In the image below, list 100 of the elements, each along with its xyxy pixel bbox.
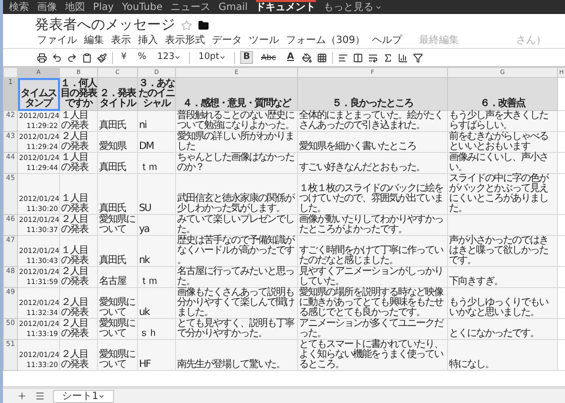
text-color-button[interactable]: A <box>284 51 297 64</box>
table-cell: ２人目の発表 <box>60 318 98 340</box>
align-left-icon[interactable] <box>338 52 348 62</box>
currency-button[interactable]: ¥ <box>118 51 130 64</box>
table-cell: ２人目の発表 <box>60 132 98 152</box>
menu-item[interactable]: ファイル <box>37 35 77 46</box>
fill-color-icon[interactable] <box>302 52 312 62</box>
menu-item[interactable]: 表示形式 <box>165 35 205 46</box>
table-cell: 名古屋 <box>98 266 138 288</box>
nav-link[interactable]: ドキュメント <box>256 0 316 14</box>
table-cell: ２人目の発表 <box>60 340 98 370</box>
table-cell: ｔｍ <box>138 266 176 288</box>
table-cell: 真田氏 <box>98 174 138 214</box>
chart-icon[interactable] <box>398 52 408 62</box>
last-edit-text: さん） <box>516 35 546 46</box>
sheet-list-icon[interactable] <box>35 391 45 401</box>
table-cell: とても見やすく、説明も丁寧で分かりやすかった。 <box>176 318 298 340</box>
print-icon[interactable] <box>37 52 47 62</box>
table-cell: 愛知県 <box>98 132 138 152</box>
undo-icon[interactable] <box>52 52 62 62</box>
table-cell: 名古屋に行ってみたいと思った。 <box>176 266 298 288</box>
filter-icon[interactable] <box>412 52 423 62</box>
nav-link[interactable]: 画像 <box>37 0 57 14</box>
redo-icon[interactable] <box>67 52 77 62</box>
table-cell: ２人目の発表 <box>60 266 98 288</box>
table-cell: スライドの中に字の色ががバックとかぶって見えにくいところがありました。 <box>448 174 558 214</box>
caret-icon <box>98 392 106 400</box>
nav-link[interactable]: YouTube <box>122 0 163 14</box>
table-cell: ２人目の発表 <box>60 288 98 318</box>
header-cell: ３．あなたのイニシャル <box>138 78 176 110</box>
table-cell: 画像みにくいし、声小さい。 <box>448 152 558 174</box>
table-cell: １人目の発表 <box>60 152 98 174</box>
caret-icon <box>219 54 226 61</box>
menu-item[interactable]: 挿入 <box>138 35 158 46</box>
table-cell: すごく時間をかけて丁寧に作っていたのだなと感じました。 <box>298 236 448 266</box>
sum-icon[interactable] <box>382 52 393 62</box>
clipboard-icon[interactable] <box>82 52 92 62</box>
table-cell: 全体的にまとまっていた。絵がたくさんあったので引き込まれた。 <box>298 110 448 132</box>
strikethrough-button[interactable]: Abc <box>258 51 280 64</box>
table-cell: 武田信玄と徳永家康の関係が少しわかった気がします。 <box>176 174 298 214</box>
menu-item[interactable]: ヘルプ <box>372 35 402 46</box>
table-cell: ２人目の発表 <box>60 214 98 236</box>
table-cell: 歴史は苦手なので予備知識がなくハードルが高かったです。 <box>176 236 298 266</box>
add-sheet-icon[interactable] <box>17 391 27 401</box>
menu-item[interactable]: データ <box>212 35 242 46</box>
table-cell: すごい好きなんだとおもった。 <box>298 152 448 174</box>
nav-link[interactable]: 地図 <box>65 0 85 14</box>
bold-button[interactable]: B <box>240 51 254 64</box>
merge-cells-icon[interactable] <box>352 52 363 62</box>
table-cell: nk <box>138 236 176 266</box>
table-cell: 愛知県について <box>98 288 138 318</box>
table-cell: とくになかったです。 <box>448 318 558 340</box>
table-cell: 下向きすぎ。 <box>448 266 558 288</box>
table-cell: １枚１枚のスライドのバックに絵をつけていたので、雰囲気が出ていました。 <box>298 174 448 214</box>
table-cell: HF <box>138 340 176 370</box>
nav-link[interactable]: ニュース <box>170 0 211 14</box>
table-cell: 愛知県について <box>98 340 138 370</box>
caret-icon <box>374 4 382 10</box>
nav-link[interactable]: 検索 <box>9 0 29 14</box>
table-cell: SU <box>138 174 176 214</box>
table-cell: もう少し声を大きくしたらすばらしい。 <box>448 110 558 132</box>
table-cell: １人目の発表 <box>60 174 98 214</box>
table-cell: 愛知県の場所を説明する時など映像に動きがあってとても興味をもたせる感じでとても良かったです。 <box>298 288 448 318</box>
header-cell: タイムスタンプ <box>18 78 60 110</box>
table-cell: ちゃんとした画像はなかったのか？ <box>176 152 298 174</box>
table-cell: 画像が動いたりしてわかりやすかったところがよかったです。 <box>298 214 448 236</box>
table-cell: みていて楽しいプレゼンでした。 <box>176 214 298 236</box>
table-cell: 南先生が登場して驚いた。 <box>176 340 298 370</box>
document-title: 発表者へのメッセージ <box>35 17 175 33</box>
paint-format-icon[interactable] <box>97 52 107 62</box>
table-cell: ｓｈ <box>138 318 176 340</box>
more-menu[interactable]: もっと見る <box>324 0 382 14</box>
header-cell: ６．改善点 <box>448 78 558 110</box>
sheet-tab[interactable]: シート1 <box>53 390 114 402</box>
percent-button[interactable]: % <box>134 51 150 64</box>
folder-icon[interactable] <box>198 20 209 30</box>
table-cell: ya <box>138 214 176 236</box>
nav-link[interactable]: Gmail <box>218 0 248 14</box>
caret-icon <box>174 54 182 61</box>
menu-item[interactable]: ツール <box>249 35 279 46</box>
table-cell: 普段触れることのない歴史について勉強になりよかった。 <box>176 110 298 132</box>
table-cell: 真田氏 <box>98 236 138 266</box>
table-cell: 愛知県について <box>98 318 138 340</box>
nav-link[interactable]: Play <box>93 0 114 14</box>
header-cell: ５．良かったところ <box>298 78 448 110</box>
table-cell: １人目の発表 <box>60 110 98 132</box>
table-cell: もう少しゆっくりでもいいかなと思いました。 <box>448 288 558 318</box>
borders-icon[interactable] <box>316 52 327 62</box>
menu-item[interactable]: 表示 <box>111 35 131 46</box>
wrap-text-icon[interactable] <box>368 52 378 62</box>
menu-item[interactable]: 編集 <box>84 35 104 46</box>
table-cell: 愛知県を細かく書いたところ <box>298 132 448 152</box>
number-format-button[interactable]: 123 <box>154 51 184 64</box>
menu-item[interactable]: フォーム（309） <box>286 35 366 46</box>
table-cell: 真田氏 <box>98 110 138 132</box>
header-cell: １．何人目の発表ですか <box>60 78 98 110</box>
table-cell: とてもスマートに書かれていたり、よく知らない機能をうまく使っているところ。 <box>298 340 448 370</box>
star-icon[interactable] <box>181 20 192 30</box>
table-cell: ni <box>138 110 176 132</box>
font-size-button[interactable]: 10pt <box>195 51 230 64</box>
